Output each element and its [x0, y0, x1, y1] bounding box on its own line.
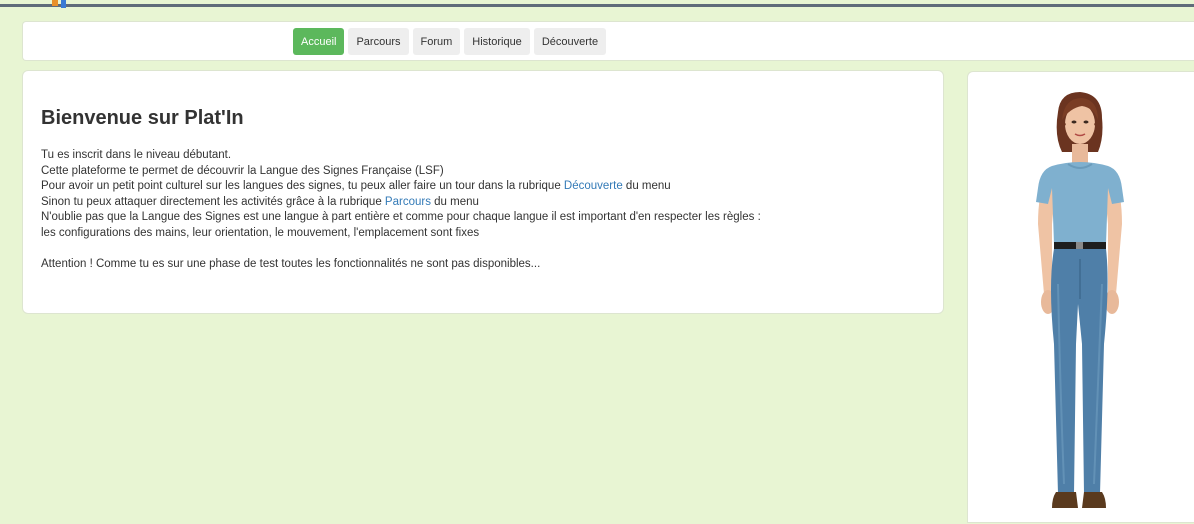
nav-menu: Accueil Parcours Forum Historique Découv…	[293, 28, 607, 55]
parcours-link[interactable]: Parcours	[385, 196, 431, 208]
welcome-line: les configurations des mains, leur orien…	[41, 226, 480, 239]
nav-item-forum[interactable]: Forum	[412, 28, 461, 55]
decouverte-link[interactable]: Découverte	[564, 180, 623, 192]
welcome-line: N'oublie pas que la Langue des Signes es…	[41, 211, 761, 223]
welcome-panel: Bienvenue sur Plat'In Tu es inscrit dans…	[22, 70, 944, 314]
top-bar-line	[0, 4, 1194, 7]
signing-avatar-icon	[1036, 92, 1124, 508]
welcome-line-text: du menu	[622, 180, 671, 192]
welcome-line-text: Pour avoir un petit point culturel sur l…	[41, 180, 564, 192]
welcome-text: Tu es inscrit dans le niveau débutant. C…	[41, 148, 925, 272]
main-navbar: Accueil Parcours Forum Historique Découv…	[22, 21, 1194, 61]
logo-icon[interactable]	[52, 0, 68, 8]
welcome-line: Pour avoir un petit point culturel sur l…	[41, 179, 925, 195]
welcome-line-text: du menu	[430, 195, 479, 208]
welcome-line: Tu es inscrit dans le niveau débutant.	[41, 149, 232, 161]
top-bar	[0, 0, 1194, 8]
nav-item-accueil[interactable]: Accueil	[293, 28, 345, 55]
nav-item-historique[interactable]: Historique	[464, 28, 530, 55]
welcome-line-text: Sinon tu peux attaquer directement les a…	[41, 195, 385, 208]
welcome-line: Sinon tu peux attaquer directement les a…	[41, 195, 925, 211]
nav-item-decouverte[interactable]: Découverte	[533, 28, 607, 55]
page-title: Bienvenue sur Plat'In	[41, 107, 244, 129]
nav-item-parcours[interactable]: Parcours	[348, 28, 409, 55]
warning-line: Attention ! Comme tu es sur une phase de…	[41, 257, 541, 270]
welcome-line: Cette plateforme te permet de découvrir …	[41, 164, 444, 177]
avatar-panel	[967, 71, 1194, 523]
